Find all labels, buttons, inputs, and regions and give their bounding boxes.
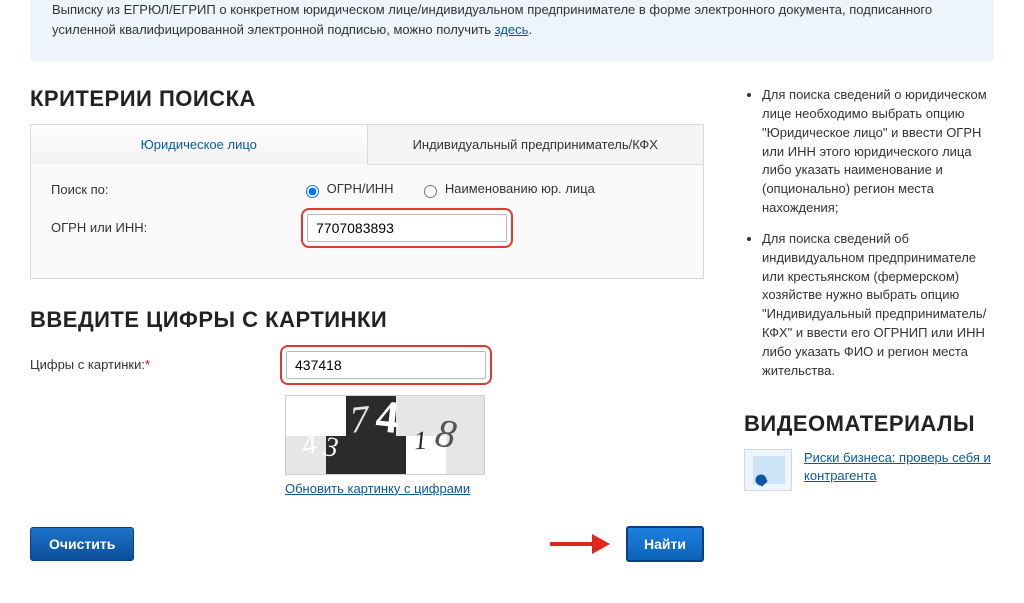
notice-text-after: . bbox=[528, 22, 532, 37]
highlight-captcha bbox=[280, 345, 492, 385]
heading-video: ВИДЕОМАТЕРИАЛЫ bbox=[744, 411, 994, 437]
video-item: Риски бизнеса: проверь себя и контрагент… bbox=[744, 449, 994, 491]
captcha-digit: 4 bbox=[299, 426, 321, 462]
captcha-input[interactable] bbox=[286, 351, 486, 379]
radio-ogrn-inn-wrap[interactable]: ОГРН/ИНН bbox=[301, 181, 397, 196]
radio-by-name-label: Наименованию юр. лица bbox=[445, 181, 595, 196]
tab-individual[interactable]: Индивидуальный предприниматель/КФХ bbox=[367, 125, 704, 165]
captcha-digit: 8 bbox=[432, 408, 460, 458]
help-item: Для поиска сведений о юридическом лице н… bbox=[762, 86, 994, 218]
radio-by-name[interactable] bbox=[424, 185, 437, 198]
notice-link[interactable]: здесь bbox=[495, 22, 529, 37]
label-captcha: Цифры с картинки:* bbox=[30, 357, 280, 372]
captcha-digit: 4 bbox=[373, 389, 401, 444]
heading-captcha: ВВЕДИТЕ ЦИФРЫ С КАРТИНКИ bbox=[30, 307, 704, 333]
help-list: Для поиска сведений о юридическом лице н… bbox=[744, 86, 994, 381]
radio-by-name-wrap[interactable]: Наименованию юр. лица bbox=[419, 181, 595, 196]
arrow-right-icon bbox=[550, 534, 612, 554]
heading-criteria: КРИТЕРИИ ПОИСКА bbox=[30, 86, 704, 112]
required-star: * bbox=[145, 357, 150, 372]
video-link[interactable]: Риски бизнеса: проверь себя и контрагент… bbox=[804, 449, 994, 485]
radio-ogrn-inn[interactable] bbox=[306, 185, 319, 198]
radio-ogrn-inn-label: ОГРН/ИНН bbox=[327, 181, 394, 196]
captcha-digit: 1 bbox=[413, 425, 428, 456]
search-card: Юридическое лицо Индивидуальный предприн… bbox=[30, 124, 704, 279]
clear-button[interactable]: Очистить bbox=[30, 527, 134, 561]
captcha-digit: 7 bbox=[348, 397, 371, 443]
notice-banner: Выписку из ЕГРЮЛ/ЕГРИП о конкретном юрид… bbox=[30, 0, 994, 61]
highlight-ogrn bbox=[301, 208, 513, 248]
notice-text-before: Выписку из ЕГРЮЛ/ЕГРИП о конкретном юрид… bbox=[52, 2, 932, 37]
captcha-refresh-link[interactable]: Обновить картинку с цифрами bbox=[285, 481, 470, 496]
ogrn-inn-input[interactable] bbox=[307, 214, 507, 242]
label-ogrn-inn: ОГРН или ИНН: bbox=[51, 220, 301, 235]
video-thumb-icon bbox=[744, 449, 792, 491]
find-button[interactable]: Найти bbox=[626, 526, 704, 562]
label-captcha-text: Цифры с картинки: bbox=[30, 357, 145, 372]
tab-legal-entity[interactable]: Юридическое лицо bbox=[31, 125, 367, 165]
help-item: Для поиска сведений об индивидуальном пр… bbox=[762, 230, 994, 381]
captcha-image: 4 3 7 4 1 8 bbox=[285, 395, 485, 475]
tabs: Юридическое лицо Индивидуальный предприн… bbox=[31, 125, 703, 165]
label-search-by: Поиск по: bbox=[51, 182, 301, 197]
captcha-digit: 3 bbox=[322, 431, 340, 465]
